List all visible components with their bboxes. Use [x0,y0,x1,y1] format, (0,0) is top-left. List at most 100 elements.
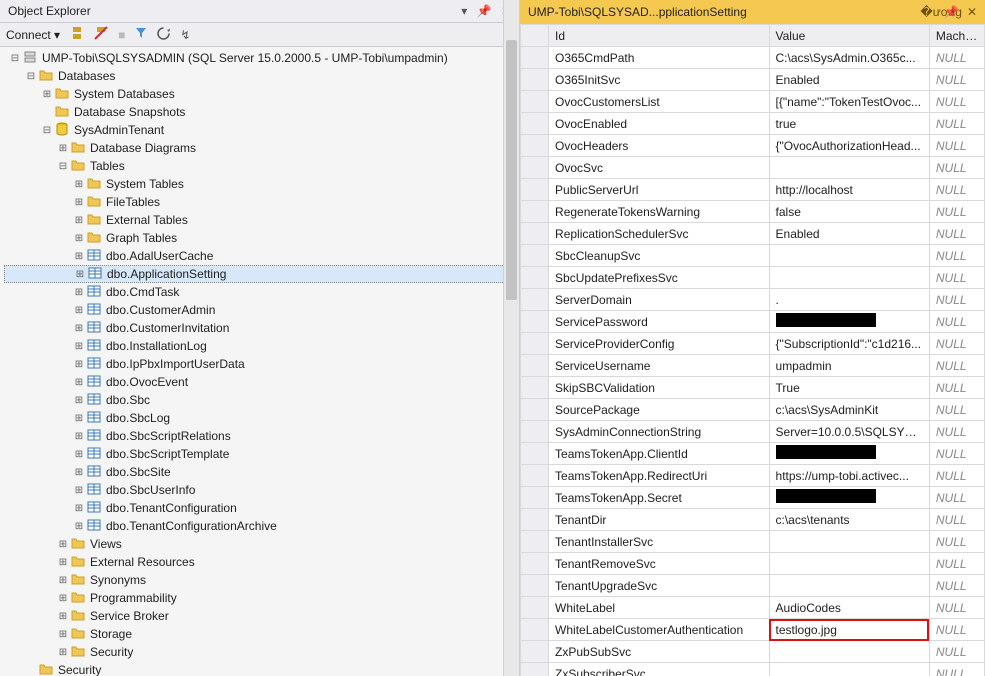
data-grid[interactable]: Id Value Machine O365CmdPathC:\acs\SysAd… [520,24,985,676]
tree-toggle-icon[interactable]: ⊞ [56,611,70,622]
table-row[interactable]: TenantRemoveSvcNULL [521,553,985,575]
cell-machine[interactable]: NULL [929,531,984,553]
table-row[interactable]: SysAdminConnectionStringServer=10.0.0.5\… [521,421,985,443]
scrollbar-thumb[interactable] [506,40,517,300]
dropdown-icon[interactable]: ▾ [461,4,467,18]
tree-node[interactable]: ⊞dbo.CustomerAdmin [4,301,519,319]
row-selector[interactable] [521,597,549,619]
cell-id[interactable]: OvocEnabled [549,113,769,135]
row-selector[interactable] [521,399,549,421]
cell-machine[interactable]: NULL [929,663,984,676]
table-row[interactable]: ReplicationSchedulerSvcEnabledNULL [521,223,985,245]
cell-value[interactable] [769,267,929,289]
table-row[interactable]: OvocCustomersList[{"name":"TokenTestOvoc… [521,91,985,113]
col-header-id[interactable]: Id [549,25,769,47]
cell-machine[interactable]: NULL [929,641,984,663]
table-row[interactable]: TeamsTokenApp.RedirectUrihttps://ump-tob… [521,465,985,487]
cell-machine[interactable]: NULL [929,575,984,597]
tree-toggle-icon[interactable]: ⊞ [72,179,86,190]
row-selector[interactable] [521,355,549,377]
tree-node[interactable]: ⊞dbo.SbcLog [4,409,519,427]
row-selector[interactable] [521,157,549,179]
tree-node[interactable]: Database Snapshots [4,103,519,121]
row-selector[interactable] [521,465,549,487]
row-selector[interactable] [521,267,549,289]
cell-machine[interactable]: NULL [929,443,984,465]
cell-id[interactable]: SourcePackage [549,399,769,421]
table-row[interactable]: OvocEnabledtrueNULL [521,113,985,135]
cell-machine[interactable]: NULL [929,289,984,311]
tree-node[interactable]: ⊟Databases [4,67,519,85]
row-selector[interactable] [521,619,549,641]
cell-id[interactable]: ServiceProviderConfig [549,333,769,355]
cell-machine[interactable]: NULL [929,135,984,157]
tree-toggle-icon[interactable]: ⊞ [72,485,86,496]
table-row[interactable]: TeamsTokenApp.ClientIdNULL [521,443,985,465]
cell-machine[interactable]: NULL [929,597,984,619]
tree-toggle-icon[interactable]: ⊞ [56,629,70,640]
tree-node[interactable]: ⊞dbo.SbcUserInfo [4,481,519,499]
tree-toggle-icon[interactable]: ⊞ [56,557,70,568]
tree-toggle-icon[interactable]: ⊞ [72,251,86,262]
row-selector[interactable] [521,69,549,91]
tree-node[interactable]: ⊞Security [4,643,519,661]
cell-machine[interactable]: NULL [929,157,984,179]
cell-value[interactable]: http://localhost [769,179,929,201]
cell-id[interactable]: TenantDir [549,509,769,531]
tree-node[interactable]: ⊞dbo.ApplicationSetting [4,265,519,283]
cell-value[interactable]: {"SubscriptionId":"c1d216... [769,333,929,355]
cell-value[interactable] [769,311,929,333]
cell-machine[interactable]: NULL [929,47,984,69]
tree-node[interactable]: ⊞FileTables [4,193,519,211]
tree-node[interactable]: ⊟SysAdminTenant [4,121,519,139]
cell-value[interactable] [769,641,929,663]
tree-toggle-icon[interactable]: ⊞ [72,467,86,478]
tree-toggle-icon[interactable]: ⊞ [73,269,87,280]
cell-value[interactable]: true [769,113,929,135]
cell-id[interactable]: ZxPubSubSvc [549,641,769,663]
cell-value[interactable]: Enabled [769,69,929,91]
tree-node[interactable]: ⊞System Databases [4,85,519,103]
tree-node[interactable]: ⊞dbo.TenantConfigurationArchive [4,517,519,535]
scrollbar-vertical[interactable] [503,0,519,676]
tree-node[interactable]: ⊞Views [4,535,519,553]
row-selector[interactable] [521,311,549,333]
cell-id[interactable]: PublicServerUrl [549,179,769,201]
tab-pin-icon[interactable]: 📌 [944,5,959,19]
row-selector[interactable] [521,201,549,223]
cell-value[interactable]: Enabled [769,223,929,245]
cell-value[interactable]: https://ump-tobi.activec... [769,465,929,487]
tree-node[interactable]: ⊞Graph Tables [4,229,519,247]
cell-machine[interactable]: NULL [929,377,984,399]
table-row[interactable]: O365InitSvcEnabledNULL [521,69,985,91]
table-row[interactable]: RegenerateTokensWarningfalseNULL [521,201,985,223]
cell-id[interactable]: TeamsTokenApp.RedirectUri [549,465,769,487]
tree-node[interactable]: ⊟UMP-Tobi\SQLSYSADMIN (SQL Server 15.0.2… [4,49,519,67]
cell-id[interactable]: SkipSBCValidation [549,377,769,399]
cell-id[interactable]: O365CmdPath [549,47,769,69]
cell-value[interactable] [769,245,929,267]
tree-toggle-icon[interactable]: ⊞ [72,233,86,244]
row-selector[interactable] [521,333,549,355]
cell-value[interactable]: [{"name":"TokenTestOvoc... [769,91,929,113]
tree-toggle-icon[interactable]: ⊞ [40,89,54,100]
cell-value[interactable]: True [769,377,929,399]
cell-value[interactable]: AudioCodes [769,597,929,619]
cell-id[interactable]: ReplicationSchedulerSvc [549,223,769,245]
cell-id[interactable]: TenantUpgradeSvc [549,575,769,597]
cell-id[interactable]: TenantRemoveSvc [549,553,769,575]
tree-toggle-icon[interactable]: ⊞ [72,197,86,208]
tree-toggle-icon[interactable]: ⊞ [72,413,86,424]
row-selector[interactable] [521,91,549,113]
row-selector[interactable] [521,245,549,267]
table-row[interactable]: ServiceUsernameumpadminNULL [521,355,985,377]
row-selector[interactable] [521,135,549,157]
tree-toggle-icon[interactable]: ⊞ [72,359,86,370]
tree-toggle-icon[interactable]: ⊞ [72,449,86,460]
tree-node[interactable]: ⊞dbo.OvocEvent [4,373,519,391]
table-row[interactable]: ZxSubscriberSvcNULL [521,663,985,676]
tree-node[interactable]: ⊞dbo.SbcScriptTemplate [4,445,519,463]
script-icon[interactable]: ↯ [180,28,190,42]
tree-node[interactable]: ⊞dbo.SbcSite [4,463,519,481]
cell-id[interactable]: ServerDomain [549,289,769,311]
